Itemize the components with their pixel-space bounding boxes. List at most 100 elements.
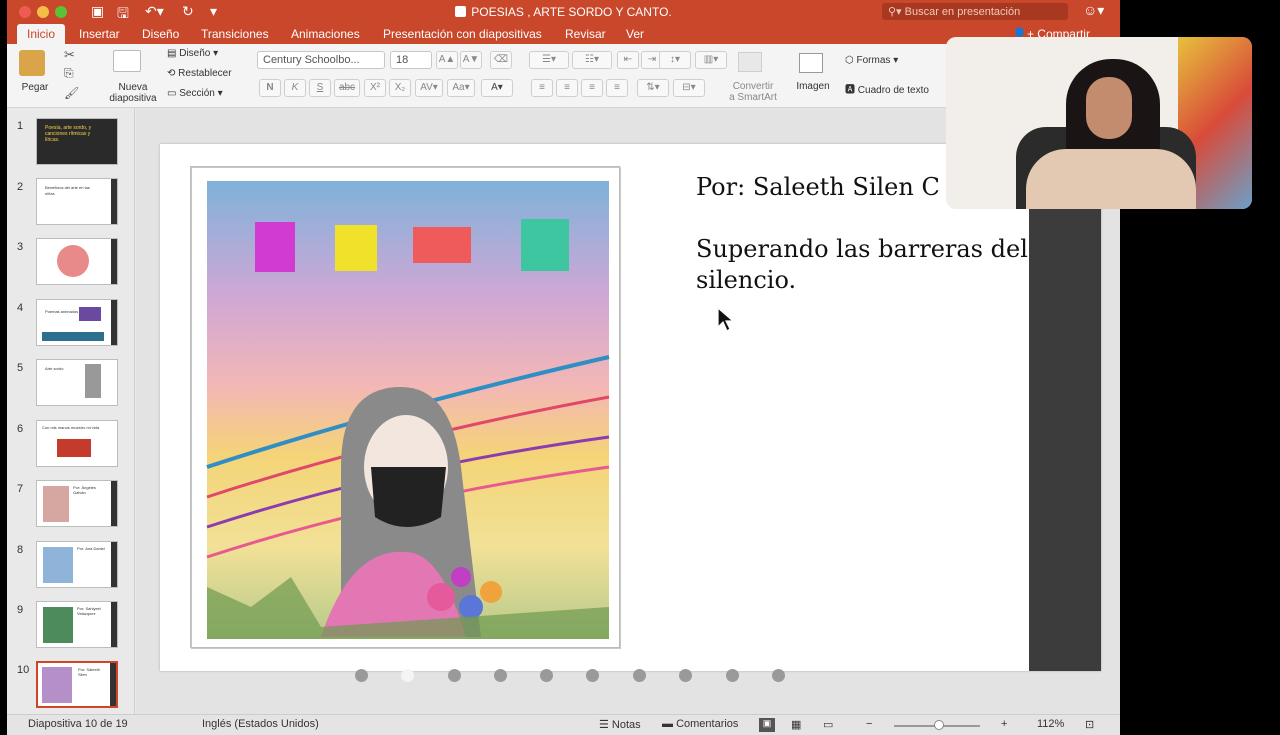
smiley-feedback-icon[interactable]: ☺▾: [1083, 2, 1104, 19]
bullets-icon[interactable]: ☰▾: [529, 51, 569, 69]
cut-icon[interactable]: ✂: [64, 47, 75, 63]
smartart-icon[interactable]: [738, 52, 762, 72]
page-dot-active[interactable]: [401, 669, 414, 682]
thumb-number: 4: [17, 302, 24, 314]
align-right-icon[interactable]: ≡: [581, 79, 603, 97]
zoom-level: 112%: [1037, 718, 1065, 730]
font-size-field[interactable]: 18: [390, 51, 432, 69]
image-icon[interactable]: [799, 53, 823, 73]
status-bar: Diapositiva 10 de 19 Inglés (Estados Uni…: [7, 714, 1120, 735]
align-left-icon[interactable]: ≡: [531, 79, 553, 97]
slide-thumbnail-7[interactable]: Por: Ángeles Galván: [36, 480, 118, 527]
shrink-font-icon[interactable]: A▼: [460, 51, 482, 69]
thumb-number: 8: [17, 544, 24, 556]
superscript-icon[interactable]: X²: [364, 79, 386, 97]
align-text-icon[interactable]: ⊟▾: [673, 79, 705, 97]
fit-to-window-icon[interactable]: ⊡: [1085, 718, 1094, 731]
shapes-button[interactable]: ⬡ Formas ▾: [845, 55, 898, 66]
section-button[interactable]: ▭ Sección ▾: [167, 88, 223, 99]
reading-view-icon[interactable]: ▭: [823, 718, 833, 731]
slide-sorter-icon[interactable]: ▦: [791, 718, 801, 731]
page-dot[interactable]: [586, 669, 599, 682]
slide-drawing-image[interactable]: [190, 166, 621, 649]
font-name-field[interactable]: Century Schoolbo...: [257, 51, 385, 69]
comments-button[interactable]: ▬ Comentarios: [662, 718, 738, 730]
notes-button[interactable]: ☰ Notas: [599, 718, 641, 731]
zoom-in-button[interactable]: +: [1001, 718, 1007, 730]
title-bar: ▣ 🖫 ↶▾ ↻ ▾ POESIAS , ARTE SORDO Y CANTO.…: [7, 0, 1120, 24]
strikethrough-icon[interactable]: abc: [334, 79, 360, 97]
page-dot[interactable]: [540, 669, 553, 682]
page-dot[interactable]: [355, 669, 368, 682]
current-slide[interactable]: Por: Saleeth Silen C Superando las barre…: [160, 144, 1101, 671]
textbox-button[interactable]: 🅰 Cuadro de texto: [845, 81, 929, 96]
language-indicator[interactable]: Inglés (Estados Unidos): [202, 718, 319, 730]
slide-thumbnails-pane: 1 Poesía, arte sordo, y canciones rítmic…: [7, 108, 135, 714]
bold-icon[interactable]: N: [259, 79, 281, 97]
align-center-icon[interactable]: ≡: [556, 79, 578, 97]
slide-thumbnail-9[interactable]: Por: Sahiyeel Velazquez: [36, 601, 118, 648]
subscript-icon[interactable]: X₂: [389, 79, 411, 97]
tab-animaciones[interactable]: Animaciones: [281, 24, 370, 44]
tab-presentacion[interactable]: Presentación con diapositivas: [373, 24, 552, 44]
slide-thumbnail-6[interactable]: Con mis manos muestro mi vida: [36, 420, 118, 467]
slide-decorative-bar: [1029, 208, 1101, 671]
person-blouse-image: [1026, 149, 1196, 209]
italic-icon[interactable]: K: [284, 79, 306, 97]
layout-icon: ▤: [167, 48, 180, 59]
tab-revisar[interactable]: Revisar: [555, 24, 616, 44]
text-direction-icon[interactable]: ⇅▾: [637, 79, 669, 97]
layout-button[interactable]: ▤ Diseño ▾: [167, 48, 218, 59]
reset-button[interactable]: ⟲ Restablecer: [167, 68, 232, 79]
justify-icon[interactable]: ≡: [606, 79, 628, 97]
numbering-icon[interactable]: ☷▾: [572, 51, 612, 69]
font-color-icon[interactable]: A▾: [481, 79, 513, 97]
thumb-number: 9: [17, 604, 24, 616]
notes-icon: ☰: [599, 719, 612, 731]
reset-icon: ⟲: [167, 68, 179, 79]
search-icon: ⚲▾: [888, 6, 902, 18]
char-spacing-icon[interactable]: AV▾: [415, 79, 443, 97]
slide-thumbnail-5[interactable]: Arte sordo: [36, 359, 118, 406]
change-case-icon[interactable]: Aa▾: [447, 79, 475, 97]
page-dot[interactable]: [494, 669, 507, 682]
thumb-number: 5: [17, 362, 24, 374]
underline-icon[interactable]: S: [309, 79, 331, 97]
thumb-number: 7: [17, 483, 24, 495]
thumb-number: 2: [17, 181, 24, 193]
new-slide-icon[interactable]: [113, 50, 141, 72]
textbox-icon: 🅰: [845, 85, 858, 96]
slide-thumbnail-10[interactable]: Por: Saleeth Silen: [36, 661, 118, 708]
zoom-slider-thumb[interactable]: [934, 720, 944, 730]
slide-thumbnail-4[interactable]: Poemas animados: [36, 299, 118, 346]
copy-icon[interactable]: ⎘: [64, 66, 74, 81]
grow-font-icon[interactable]: A▲: [436, 51, 458, 69]
page-dot[interactable]: [633, 669, 646, 682]
decrease-indent-icon[interactable]: ⇤: [617, 51, 639, 69]
tab-ver[interactable]: Ver: [616, 24, 654, 44]
slide-thumbnail-1[interactable]: Poesía, arte sordo, y canciones rítmicas…: [36, 118, 118, 165]
slide-subtitle-line1: Superando las barreras del: [696, 235, 1028, 263]
slide-thumbnail-8[interactable]: Por: Ana Daniel: [36, 541, 118, 588]
page-dot[interactable]: [448, 669, 461, 682]
slide-counter: Diapositiva 10 de 19: [28, 718, 128, 730]
tab-transiciones[interactable]: Transiciones: [191, 24, 279, 44]
normal-view-icon[interactable]: ▣: [759, 718, 775, 732]
slide-thumbnail-3[interactable]: [36, 238, 118, 285]
columns-icon[interactable]: ▥▾: [695, 51, 727, 69]
clear-format-icon[interactable]: ⌫: [490, 51, 512, 69]
slide-subtitle-line2: silencio.: [696, 266, 797, 294]
search-input[interactable]: ⚲▾ Buscar en presentación: [882, 3, 1068, 20]
tab-insertar[interactable]: Insertar: [69, 24, 130, 44]
page-dot[interactable]: [679, 669, 692, 682]
format-painter-icon[interactable]: 🖌: [64, 86, 79, 100]
slide-thumbnail-2[interactable]: Beneficios del arte en las niñas: [36, 178, 118, 225]
zoom-out-button[interactable]: −: [866, 718, 872, 730]
tab-inicio[interactable]: Inicio: [17, 24, 66, 44]
line-spacing-icon[interactable]: ↕▾: [659, 51, 691, 69]
tab-diseno[interactable]: Diseño: [132, 24, 189, 44]
page-dot[interactable]: [726, 669, 739, 682]
page-dot[interactable]: [772, 669, 785, 682]
paste-icon[interactable]: [19, 50, 45, 76]
person-face-image: [1086, 77, 1132, 139]
